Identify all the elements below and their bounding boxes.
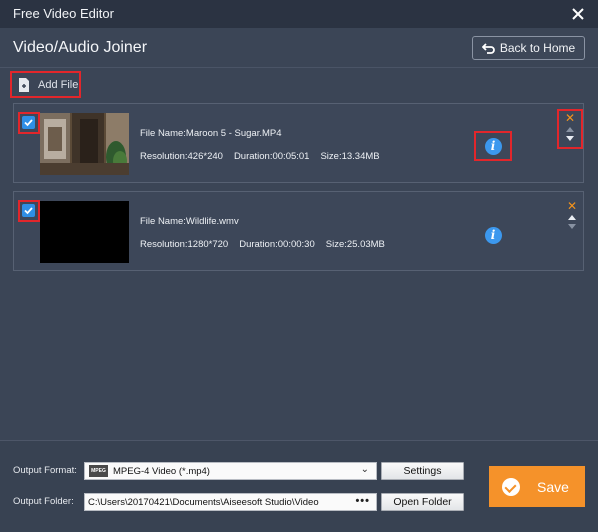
file-checkbox[interactable]	[18, 112, 40, 134]
page-header: Video/Audio Joiner Back to Home	[0, 28, 598, 68]
move-down-icon[interactable]	[568, 224, 576, 229]
item-controls: ✕	[559, 199, 585, 239]
file-item: File Name:Wildlife.wmv Resolution:1280*7…	[13, 191, 584, 271]
close-icon[interactable]	[567, 3, 589, 25]
info-icon: i	[484, 226, 502, 244]
check-circle-icon	[502, 477, 520, 496]
add-file-icon	[19, 77, 29, 92]
video-format-icon: MPEG	[89, 465, 108, 477]
move-down-icon[interactable]	[566, 136, 574, 141]
open-folder-button[interactable]: Open Folder	[381, 493, 464, 511]
info-button[interactable]: i	[474, 131, 512, 161]
info-icon: i	[484, 137, 502, 155]
back-to-home-button[interactable]: Back to Home	[472, 36, 585, 60]
item-controls: ✕	[557, 109, 583, 149]
file-item: File Name:Maroon 5 - Sugar.MP4 Resolutio…	[13, 103, 584, 183]
info-button[interactable]: i	[474, 220, 512, 250]
save-button[interactable]: Save	[489, 466, 585, 507]
video-thumbnail	[40, 113, 129, 175]
output-format-select[interactable]: MPEG MPEG-4 Video (*.mp4) ⌄	[84, 462, 377, 480]
window-title: Free Video Editor	[13, 6, 114, 21]
back-arrow-icon	[481, 42, 495, 54]
video-thumbnail	[40, 201, 129, 263]
file-size: Size:13.34MB	[320, 151, 380, 162]
file-name: File Name:Maroon 5 - Sugar.MP4	[140, 128, 282, 139]
check-icon	[24, 207, 33, 215]
browse-button[interactable]: •••	[355, 495, 370, 507]
output-format-label: Output Format:	[13, 465, 77, 476]
save-label: Save	[537, 478, 569, 495]
file-resolution: Resolution:1280*720	[140, 239, 229, 250]
move-up-icon[interactable]	[566, 127, 574, 132]
title-bar: Free Video Editor	[0, 0, 598, 28]
remove-icon[interactable]: ✕	[559, 112, 581, 124]
file-meta: Resolution:426*240 Duration:00:05:01 Siz…	[140, 151, 380, 162]
remove-icon[interactable]: ✕	[559, 200, 585, 212]
add-file-label: Add File	[38, 78, 79, 91]
move-up-icon[interactable]	[568, 215, 576, 220]
settings-button[interactable]: Settings	[381, 462, 464, 480]
output-format-value: MPEG-4 Video (*.mp4)	[113, 465, 210, 477]
file-size: Size:25.03MB	[325, 239, 385, 250]
file-resolution: Resolution:426*240	[140, 151, 223, 162]
output-panel: Output Format: MPEG MPEG-4 Video (*.mp4)…	[0, 440, 598, 532]
back-to-home-label: Back to Home	[499, 41, 576, 55]
file-name: File Name:Wildlife.wmv	[140, 216, 239, 227]
file-duration: Duration:00:05:01	[233, 151, 310, 162]
output-folder-input[interactable]: C:\Users\20170421\Documents\Aiseesoft St…	[84, 493, 377, 511]
check-icon	[24, 119, 33, 127]
toolbar: Add File	[0, 68, 598, 101]
page-title: Video/Audio Joiner	[13, 39, 148, 56]
chevron-down-icon: ⌄	[360, 464, 369, 475]
file-meta: Resolution:1280*720 Duration:00:00:30 Si…	[140, 239, 385, 250]
output-folder-label: Output Folder:	[13, 496, 74, 507]
file-checkbox[interactable]	[18, 200, 40, 222]
add-file-button[interactable]: Add File	[10, 71, 81, 98]
output-folder-path: C:\Users\20170421\Documents\Aiseesoft St…	[88, 496, 319, 508]
file-duration: Duration:00:00:30	[239, 239, 315, 250]
